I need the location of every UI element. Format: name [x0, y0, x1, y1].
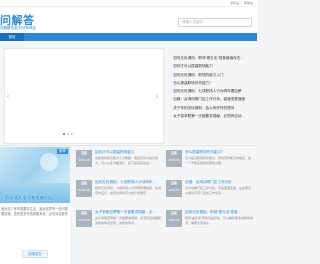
- article-item[interactable]: 04 2023-08 如何无忧调侃：职场“裹扎毛”现象… 职场“裹扎毛”现象普遍存…: [164, 207, 254, 237]
- image-slider[interactable]: ‹ ›: [4, 48, 164, 144]
- headline-item[interactable]: ·如何才可以提高职场能力: [171, 62, 257, 70]
- read-more-button[interactable]: 阅读全文: [22, 250, 48, 258]
- site-tagline: 问题解答|知识分享网站: [0, 26, 36, 30]
- date-badge: 04 2023-08: [166, 150, 182, 167]
- article-title[interactable]: 如何才可以提高职场能力: [95, 150, 163, 155]
- article-title[interactable]: 如何无忧调侃：职场“裹扎毛”现象…: [185, 210, 253, 215]
- chevron-left-icon[interactable]: ‹: [7, 93, 12, 101]
- top-links: 手机站 帮助站: [226, 0, 253, 6]
- headline-item[interactable]: ·关于年的无忧调侃：会么有好好的提问: [171, 104, 257, 112]
- section-divider: [0, 145, 257, 146]
- article-title[interactable]: 女子求职应聘第一天被要求捐献，必…: [95, 210, 163, 215]
- featured-image-sky: [40, 153, 58, 171]
- header: 问解答 问题解答|知识分享网站 请输入关键字…: [0, 7, 257, 33]
- article-item[interactable]: 04 2023-08 自媒：台湾动物门店工作分析 台湾动物门店工作分析，高速变更速…: [164, 177, 254, 207]
- headline-item[interactable]: ·怎么提高职场写作能力？: [171, 79, 257, 87]
- article-column-right: 04 2023-08 怎么提高职场写作能力？ 怎么提高职场写作能力，职场写作能力的…: [164, 147, 254, 237]
- featured-title[interactable]: ：职场“裹扎毛”现象普遍存在，…: [1, 195, 69, 201]
- article-summary: 女子求职应聘第一天被要求捐献，必须有自动解职这样的情况出现，这样的情况…: [95, 216, 162, 225]
- article-title[interactable]: 如何无忧调侃：七成职场人计划明年…: [95, 180, 163, 185]
- top-link-mobile[interactable]: 手机站: [230, 1, 239, 5]
- headline-item[interactable]: ·如何无忧调侃：七成职场人行为明年要加薪: [171, 87, 257, 95]
- article-summary: 在职场中提高能力十分重要，而如何可以提高能力，可以从多方面进行，接下来就来说说…: [95, 156, 159, 165]
- slider-dot[interactable]: [67, 133, 69, 135]
- article-item[interactable]: 04 2023-08 如何无忧调侃：七成职场人计划明年… 如何无忧调侃，七成职场人…: [74, 177, 164, 207]
- article-title[interactable]: 怎么提高职场写作能力？: [185, 150, 253, 155]
- search-input[interactable]: 请输入关键字…: [178, 18, 252, 27]
- main-nav: 首页: [0, 33, 257, 41]
- article-summary: 如何无忧调侃，七成职场人计划明年要加薪，在调查中显示，在受访者中有七成计划明年…: [95, 186, 162, 195]
- featured-summary: 面对这么多的需要关注点，面对这样的一些问题要处理，还有很多东西需要来说…点击阅读…: [1, 207, 68, 216]
- article-summary: 怎么提高职场写作能力，职场写作能力的提高，是一个不断实践和积累的过程…: [185, 156, 252, 165]
- date-badge: 04 2023-08: [76, 180, 92, 197]
- date-badge: 04 2023-08: [76, 150, 92, 167]
- headline-item[interactable]: ·如何无忧调侃：职场“裹扎毛”现象普遍存在…: [171, 54, 257, 62]
- date-badge: 04 2023-08: [166, 180, 182, 197]
- headline-item[interactable]: ·自媒：台湾动物门店工作分析，高速变更速度: [171, 95, 257, 103]
- article-item[interactable]: 04 2023-08 怎么提高职场写作能力？ 怎么提高职场写作能力，职场写作能力的…: [164, 147, 254, 177]
- article-item[interactable]: 04 2023-08 女子求职应聘第一天被要求捐献，必… 女子求职应聘第一天被要求…: [74, 207, 164, 237]
- slider-dot[interactable]: [63, 133, 65, 135]
- nav-item-home[interactable]: 首页: [0, 33, 24, 41]
- featured-card[interactable]: 推荐 ：职场“裹扎毛”现象普遍存在，… 面对这么多的需要关注点，面对这样的一些问…: [0, 147, 70, 264]
- headline-item[interactable]: ·女子将求职第一天被要求捐献，必须有自动…: [171, 112, 257, 120]
- headline-item[interactable]: ·如何无忧调侃：职场的能力入门: [171, 71, 257, 79]
- date-badge: 04 2023-08: [76, 210, 92, 227]
- slider-dot[interactable]: [71, 133, 73, 135]
- chevron-right-icon[interactable]: ›: [156, 93, 161, 101]
- article-item[interactable]: 04 2023-08 如何才可以提高职场能力 在职场中提高能力十分重要，而如何可以…: [74, 147, 164, 177]
- slider-dots: [63, 122, 75, 140]
- article-summary: 职场“裹扎毛”现象普遍存在，可以看到很多这样的情况，需要大家关注…: [185, 216, 253, 225]
- article-column-middle: 04 2023-08 如何才可以提高职场能力 在职场中提高能力十分重要，而如何可以…: [74, 147, 164, 237]
- page: 手机站 帮助站 问解答 问题解答|知识分享网站 请输入关键字… 首页 ‹ › ·…: [0, 0, 257, 264]
- top-link-help[interactable]: 帮助站: [244, 1, 253, 5]
- article-title[interactable]: 自媒：台湾动物门店工作分析: [185, 180, 253, 185]
- top-bar: 手机站 帮助站: [0, 0, 257, 7]
- headline-list: ·如何无忧调侃：职场“裹扎毛”现象普遍存在… ·如何才可以提高职场能力 ·如何无…: [171, 54, 257, 120]
- recommend-badge: 推荐: [57, 149, 68, 154]
- date-badge: 04 2023-08: [166, 210, 182, 227]
- article-summary: 台湾动物门店工作分析，高速变更速度，在这里可以看到不同门店的工作情况…: [185, 186, 252, 195]
